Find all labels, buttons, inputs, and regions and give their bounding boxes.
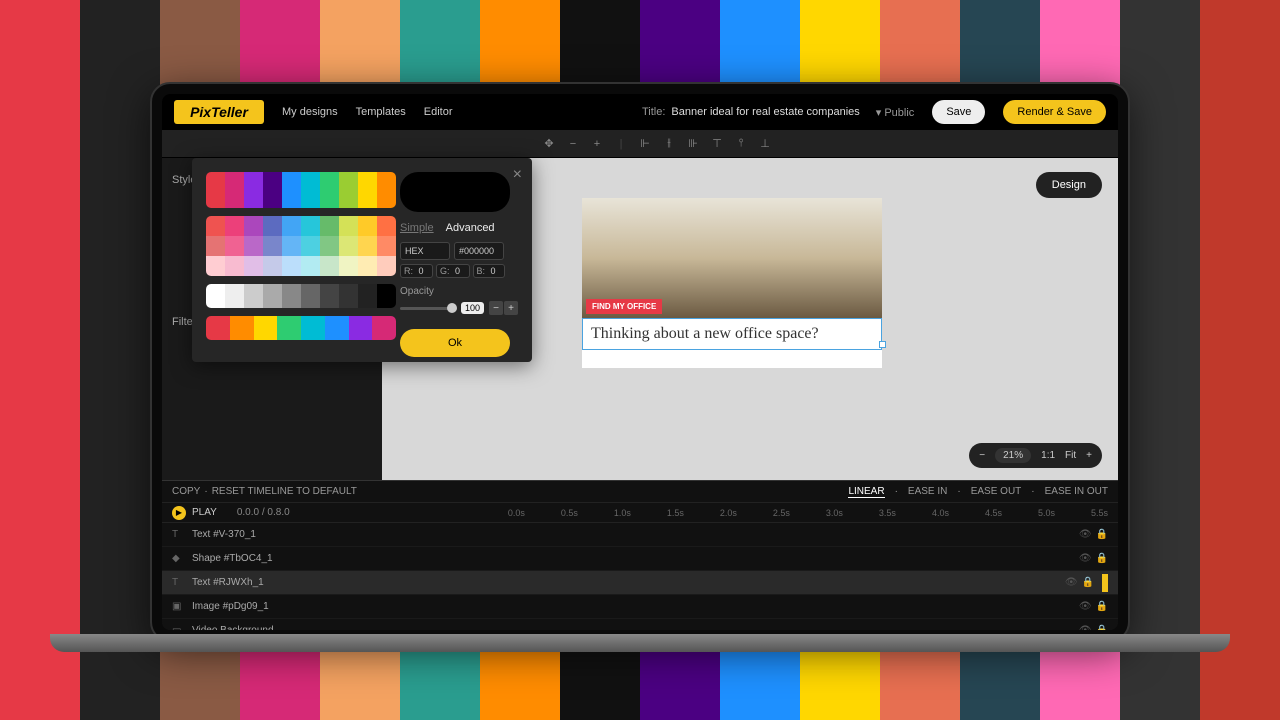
align-right-icon[interactable]: ⊪ (686, 137, 700, 151)
color-preview (400, 172, 510, 212)
align-bottom-icon[interactable]: ⊥ (758, 137, 772, 151)
track-type-icon: T (172, 529, 186, 540)
visibility-icon[interactable]: 👁 (1079, 601, 1092, 612)
track-type-icon: ▣ (172, 601, 186, 612)
align-left-icon[interactable]: ⊩ (638, 137, 652, 151)
visibility-icon[interactable]: 👁 (1079, 529, 1092, 540)
track-label: Text #RJWXh_1 (192, 577, 264, 588)
opacity-label: Opacity (400, 286, 518, 297)
track-row[interactable]: ▭ Video Background 👁 🔒 (162, 619, 1118, 630)
align-center-icon[interactable]: ⫲ (662, 137, 676, 151)
selection-handle[interactable] (879, 341, 886, 348)
zoom-out-icon[interactable]: − (979, 450, 985, 461)
ok-button[interactable]: Ok (400, 329, 510, 357)
track-label: Video Background (192, 625, 274, 630)
render-save-button[interactable]: Render & Save (1003, 100, 1106, 124)
align-top-icon[interactable]: ⊤ (710, 137, 724, 151)
app-screen: PixTeller My designs Templates Editor Ti… (162, 94, 1118, 630)
lock-icon[interactable]: 🔒 (1096, 529, 1108, 540)
swatch-grid[interactable] (206, 216, 396, 276)
find-office-badge[interactable]: FIND MY OFFICE (586, 299, 662, 314)
zoom-ratio[interactable]: 1:1 (1041, 450, 1055, 461)
nav-mydesigns[interactable]: My designs (282, 106, 338, 118)
easing-easeout[interactable]: EASE OUT (971, 486, 1022, 498)
opacity-slider[interactable] (400, 307, 457, 310)
tab-simple[interactable]: Simple (400, 222, 434, 234)
swatch-primary-row[interactable] (206, 172, 396, 208)
laptop-frame: PixTeller My designs Templates Editor Ti… (150, 82, 1130, 642)
zoom-fit[interactable]: Fit (1065, 450, 1076, 461)
keyframe-bar[interactable] (1102, 574, 1108, 592)
left-panel: Style Filter × Simple Advanc (162, 158, 382, 480)
track-label: Shape #TbOC4_1 (192, 553, 273, 564)
lock-icon[interactable]: 🔒 (1096, 625, 1108, 630)
visibility-dropdown[interactable]: ▾ Public (876, 106, 915, 119)
lock-icon[interactable]: 🔒 (1096, 601, 1108, 612)
copy-button[interactable]: COPY (172, 486, 200, 497)
track-type-icon: ◆ (172, 553, 186, 564)
timeline-playbar: ▶ PLAY 0.0.0 / 0.8.0 0.0s0.5s1.0s1.5s2.0… (162, 503, 1118, 523)
title-area: Title: Banner ideal for real estate comp… (642, 106, 914, 119)
timeline-tracks: T Text #V-370_1 👁 🔒 ◆ Shape #TbOC4_1 👁 🔒 T Text #… (162, 523, 1118, 630)
easing-easein[interactable]: EASE IN (908, 486, 947, 498)
track-row[interactable]: T Text #V-370_1 👁 🔒 (162, 523, 1118, 547)
easing-easeinout[interactable]: EASE IN OUT (1045, 486, 1108, 498)
tool-plus-icon[interactable]: + (590, 137, 604, 151)
tool-minus-icon[interactable]: − (566, 137, 580, 151)
topbar: PixTeller My designs Templates Editor Ti… (162, 94, 1118, 130)
track-row[interactable]: ▣ Image #pDg09_1 👁 🔒 (162, 595, 1118, 619)
play-icon[interactable]: ▶ (172, 506, 186, 520)
track-label: Text #V-370_1 (192, 529, 256, 540)
nav-templates[interactable]: Templates (356, 106, 406, 118)
g-input[interactable]: G: (436, 264, 470, 278)
lock-icon[interactable]: 🔒 (1082, 577, 1094, 588)
hex-label (400, 242, 450, 260)
track-label: Image #pDg09_1 (192, 601, 269, 612)
logo: PixTeller (174, 100, 264, 124)
tool-move-icon[interactable]: ✥ (542, 137, 556, 151)
reset-timeline-button[interactable]: RESET TIMELINE TO DEFAULT (212, 486, 357, 497)
swatch-recent-row[interactable] (206, 316, 396, 340)
easing-linear[interactable]: LINEAR (848, 486, 884, 498)
time-info: 0.0.0 / 0.8.0 (237, 507, 290, 518)
visibility-icon[interactable]: 👁 (1079, 625, 1092, 630)
save-button[interactable]: Save (932, 100, 985, 124)
opacity-plus[interactable]: + (504, 301, 518, 315)
visibility-icon[interactable]: 👁 (1079, 553, 1092, 564)
title-value[interactable]: Banner ideal for real estate companies (671, 106, 859, 118)
main-area: Style Filter × Simple Advanc (162, 158, 1118, 480)
align-middle-icon[interactable]: ⫯ (734, 137, 748, 151)
laptop-base (50, 634, 1230, 652)
b-input[interactable]: B: (473, 264, 506, 278)
time-ruler[interactable]: 0.0s0.5s1.0s1.5s2.0s2.5s3.0s3.5s4.0s4.5s… (508, 508, 1108, 518)
opacity-minus[interactable]: − (489, 301, 503, 315)
track-row[interactable]: T Text #RJWXh_1 👁 🔒 (162, 571, 1118, 595)
opacity-value: 100 (461, 302, 484, 314)
swatch-gray-row[interactable] (206, 284, 396, 308)
zoom-control: − 21% 1:1 Fit + (969, 443, 1102, 468)
lock-icon[interactable]: 🔒 (1096, 553, 1108, 564)
tab-advanced[interactable]: Advanced (446, 222, 495, 234)
timeline-panel: COPY · RESET TIMELINE TO DEFAULT LINEAR·… (162, 480, 1118, 630)
hex-input[interactable] (454, 242, 504, 260)
color-detail: Simple Advanced R: G: B: Opacity 100 −+ (400, 172, 518, 357)
artboard[interactable]: FIND MY OFFICE Thinking about a new offi… (582, 198, 882, 368)
track-type-icon: T (172, 577, 186, 588)
zoom-in-icon[interactable]: + (1086, 450, 1092, 461)
track-row[interactable]: ◆ Shape #TbOC4_1 👁 🔒 (162, 547, 1118, 571)
timeline-header: COPY · RESET TIMELINE TO DEFAULT LINEAR·… (162, 481, 1118, 503)
headline-text[interactable]: Thinking about a new office space? (582, 318, 882, 350)
r-input[interactable]: R: (400, 264, 433, 278)
visibility-icon[interactable]: 👁 (1065, 577, 1078, 588)
play-label[interactable]: PLAY (192, 507, 217, 518)
zoom-percent[interactable]: 21% (995, 448, 1031, 463)
toolbar: ✥ − + | ⊩ ⫲ ⊪ ⊤ ⫯ ⊥ (162, 130, 1118, 158)
color-picker-popup: × Simple Advanced (192, 158, 532, 362)
nav-editor[interactable]: Editor (424, 106, 453, 118)
title-label: Title: (642, 106, 665, 118)
office-image[interactable]: FIND MY OFFICE (582, 198, 882, 318)
design-button[interactable]: Design (1036, 172, 1102, 198)
track-type-icon: ▭ (172, 625, 186, 630)
